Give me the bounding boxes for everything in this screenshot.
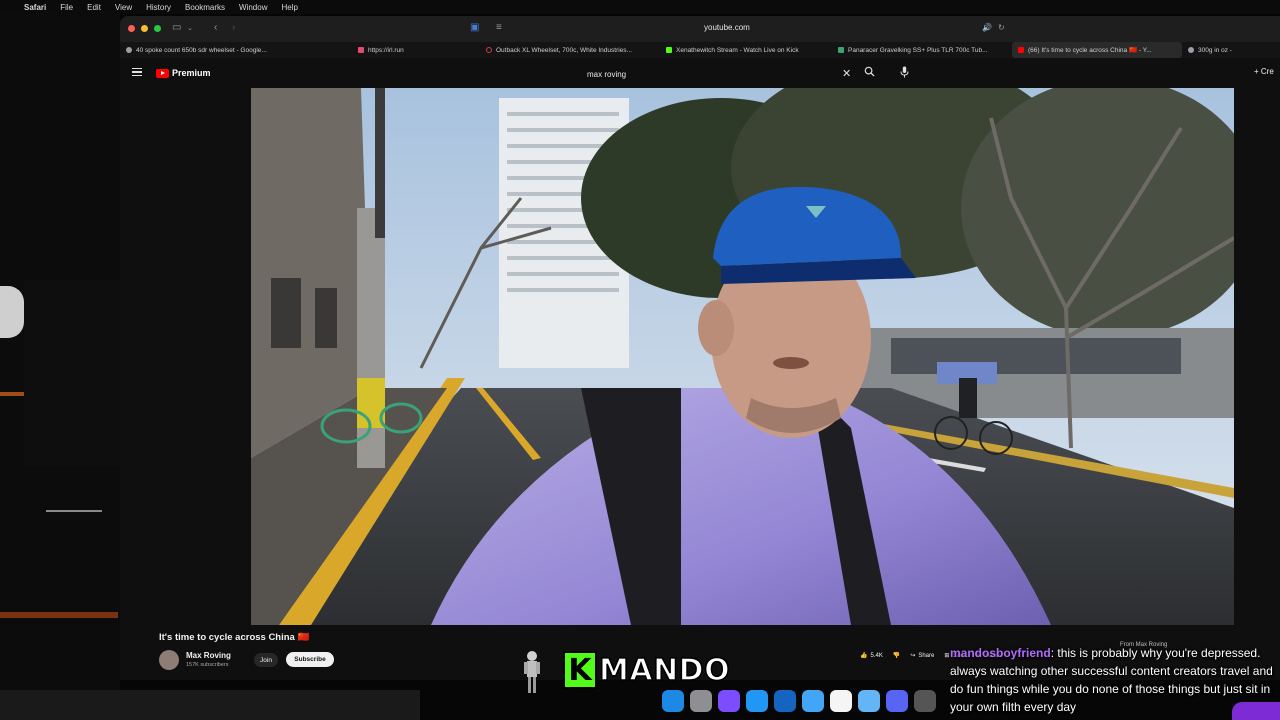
background-stripe <box>0 612 118 618</box>
menu-file[interactable]: File <box>60 3 73 12</box>
dislike-button[interactable]: 👎 <box>893 652 900 659</box>
reader-icon[interactable]: ≡ <box>496 22 502 33</box>
tab-youtube-active[interactable]: (66) It's time to cycle across China 🇨🇳 … <box>1012 42 1182 58</box>
tab-google[interactable]: 40 spoke count 650b sdr wheelset - Googl… <box>120 42 352 58</box>
youtube-premium-logo[interactable]: Premium <box>156 68 211 78</box>
macos-dock <box>658 686 948 716</box>
like-count: 5.4K <box>870 652 883 659</box>
safari-icon[interactable] <box>802 690 824 712</box>
menu-view[interactable]: View <box>115 3 132 12</box>
overlay-corner <box>1232 702 1280 720</box>
browser-toolbar: ▭ ⌄ ‹ › ▣ ≡ youtube.com 🔊 ↻ <box>120 16 1280 42</box>
chat-username: mandosboyfriend <box>950 646 1051 660</box>
tab-overview-icon[interactable]: ▣ <box>470 22 479 33</box>
background-stripe <box>0 392 24 396</box>
settings-icon[interactable] <box>690 690 712 712</box>
tab-label: https://irl.run <box>368 46 404 54</box>
thumbs-down-icon: 👎 <box>892 653 901 659</box>
youtube-logo-icon <box>156 68 169 78</box>
back-arrow-icon[interactable]: ‹ <box>214 22 217 33</box>
address-bar-icons: 🔊 ↻ <box>982 23 1005 32</box>
safari-window: ▭ ⌄ ‹ › ▣ ≡ youtube.com 🔊 ↻ 40 spoke cou… <box>120 16 1280 680</box>
notes-icon[interactable] <box>830 690 852 712</box>
forward-arrow-icon[interactable]: › <box>232 22 235 33</box>
tab-outback-wheelset[interactable]: Outback XL Wheelset, 700c, White Industr… <box>480 42 660 58</box>
tab-irl-run[interactable]: https://irl.run <box>352 42 480 58</box>
menu-bookmarks[interactable]: Bookmarks <box>185 3 225 12</box>
minimize-window-button[interactable] <box>141 25 148 32</box>
thumbs-up-icon: 👍 <box>860 653 868 659</box>
tab-google-convert[interactable]: 300g in oz - <box>1182 42 1280 58</box>
channel-name[interactable]: Max Roving <box>186 651 231 660</box>
audio-playing-icon[interactable]: 🔊 <box>982 23 992 32</box>
streamer-name: MANDO <box>598 652 731 689</box>
subscribe-button[interactable]: Subscribe <box>286 652 334 667</box>
finder-icon[interactable] <box>662 690 684 712</box>
share-icon: ↪ <box>910 653 916 659</box>
join-button[interactable]: Join <box>254 653 278 667</box>
channel-avatar[interactable] <box>159 650 179 670</box>
share-label: Share <box>918 652 935 659</box>
shop-favicon-icon <box>838 47 844 53</box>
fullscreen-window-button[interactable] <box>154 25 161 32</box>
tab-label: 40 spoke count 650b sdr wheelset - Googl… <box>136 46 267 54</box>
tab-kick-stream[interactable]: Xenathewitch Stream - Watch Live on Kick <box>660 42 832 58</box>
reload-icon[interactable]: ↻ <box>998 23 1005 32</box>
chat-message: mandosboyfriend: this is probably why yo… <box>950 644 1280 716</box>
kick-logo: K <box>563 651 597 689</box>
proton-vpn-icon[interactable] <box>718 690 740 712</box>
youtube-brand-label: Premium <box>172 68 211 78</box>
video-title: It's time to cycle across China 🇨🇳 <box>159 632 310 643</box>
window-controls <box>128 25 161 32</box>
tab-label: Outback XL Wheelset, 700c, White Industr… <box>496 46 632 54</box>
like-button[interactable]: 👍 5.4K <box>860 652 883 660</box>
mail-icon[interactable] <box>858 690 880 712</box>
menu-edit[interactable]: Edit <box>87 3 101 12</box>
streamer-sprite <box>524 651 540 693</box>
search-value: max roving <box>587 70 627 79</box>
tab-label: (66) It's time to cycle across China 🇨🇳 … <box>1028 47 1152 54</box>
menu-window[interactable]: Window <box>239 3 267 12</box>
chevron-down-icon[interactable]: ⌄ <box>187 24 193 32</box>
microphone-icon[interactable] <box>900 66 909 81</box>
menu-safari[interactable]: Safari <box>24 3 46 12</box>
arc-icon[interactable] <box>774 690 796 712</box>
background-panel <box>0 690 420 720</box>
tab-label: Panaracer Gravelking SS+ Plus TLR 700c T… <box>848 46 988 54</box>
address-bar[interactable]: youtube.com <box>704 23 750 32</box>
google-favicon-icon <box>1188 47 1194 53</box>
tab-panaracer[interactable]: Panaracer Gravelking SS+ Plus TLR 700c T… <box>832 42 1012 58</box>
menu-help[interactable]: Help <box>281 3 297 12</box>
bookmark-icon: ⊞ <box>944 653 950 659</box>
irl-run-favicon-icon <box>358 47 364 53</box>
share-button[interactable]: ↪ Share <box>910 652 935 660</box>
kick-favicon-icon <box>666 47 672 53</box>
tab-label: 300g in oz - <box>1198 46 1232 54</box>
google-favicon-icon <box>126 47 132 53</box>
desktop: Safari File Edit View History Bookmarks … <box>0 0 1280 720</box>
background-divider <box>46 510 102 512</box>
search-input[interactable]: max roving ✕ <box>560 66 860 82</box>
video-frame <box>251 88 1234 625</box>
tab-label: Xenathewitch Stream - Watch Live on Kick <box>676 46 799 54</box>
discord-icon[interactable] <box>886 690 908 712</box>
search-icon[interactable] <box>864 66 875 80</box>
menu-history[interactable]: History <box>146 3 171 12</box>
youtube-favicon-icon <box>1018 47 1024 53</box>
app-store-icon[interactable] <box>746 690 768 712</box>
youtube-header: Premium max roving ✕ + Cre <box>120 58 1280 88</box>
streamer-name-logo: K MANDO <box>563 651 730 689</box>
tab-bar: 40 spoke count 650b sdr wheelset - Googl… <box>120 42 1280 58</box>
create-button[interactable]: + Cre <box>1254 67 1274 76</box>
menu-icon[interactable] <box>132 68 142 76</box>
close-window-button[interactable] <box>128 25 135 32</box>
activity-monitor-icon[interactable] <box>914 690 936 712</box>
macos-menu-bar: Safari File Edit View History Bookmarks … <box>0 0 1280 14</box>
clear-search-icon[interactable]: ✕ <box>842 67 851 80</box>
subscriber-count: 157K subscribers <box>186 662 229 668</box>
video-player[interactable] <box>251 88 1234 625</box>
background-shape <box>0 286 24 338</box>
shop-favicon-icon <box>486 47 492 53</box>
sidebar-toggle-icon[interactable]: ▭ <box>172 22 181 33</box>
